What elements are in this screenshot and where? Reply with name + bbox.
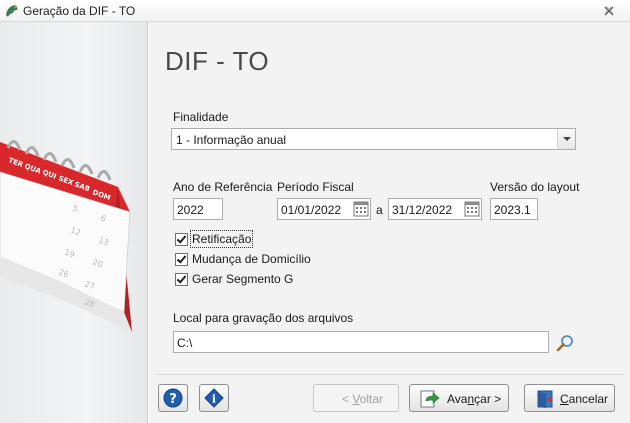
calendar-icon[interactable]: [463, 199, 481, 219]
footer-divider: [155, 374, 624, 375]
versao-layout-label: Versão do layout: [490, 180, 580, 194]
page-title: DIF - TO: [165, 46, 270, 76]
search-icon[interactable]: [555, 333, 575, 353]
info-icon: i: [204, 388, 224, 408]
exit-door-icon: [537, 390, 553, 408]
finalidade-select[interactable]: 1 - Informação anual: [171, 128, 576, 150]
check-icon: [176, 253, 187, 264]
avancar-button-label: Avançar >: [447, 392, 502, 406]
calendar-illustration: TER QUA QUI SEX SAB DOM 5 6 12 13 19 20 …: [0, 140, 132, 332]
finalidade-value: 1 - Informação anual: [176, 133, 287, 147]
gerar-segmento-g-checkbox[interactable]: [175, 273, 188, 286]
local-gravacao-input[interactable]: C:\: [173, 331, 549, 353]
info-button[interactable]: i: [199, 384, 229, 412]
main-panel: DIF - TO Finalidade 1 - Informação anual…: [149, 22, 630, 423]
periodo-inicio-value: 01/01/2022: [281, 203, 342, 217]
side-banner: TER QUA QUI SEX SAB DOM 5 6 12 13 19 20 …: [0, 22, 148, 423]
local-gravacao-label: Local para gravação dos arquivos: [173, 311, 354, 325]
close-icon[interactable]: [602, 4, 616, 18]
svg-text:i: i: [212, 393, 216, 406]
retificacao-checkbox[interactable]: [175, 233, 188, 246]
gerar-segmento-g-label[interactable]: Gerar Segmento G: [192, 272, 293, 286]
periodo-separator: a: [376, 203, 383, 217]
window-title: Geração da DIF - TO: [23, 4, 136, 18]
finalidade-label: Finalidade: [173, 110, 229, 124]
avancar-button[interactable]: Avançar >: [409, 384, 509, 412]
check-icon: [176, 273, 187, 284]
mudanca-domicilio-label[interactable]: Mudança de Domicílio: [192, 252, 311, 266]
periodo-fim-value: 31/12/2022: [392, 203, 453, 217]
cancelar-button[interactable]: Cancelar: [524, 384, 615, 412]
help-button[interactable]: ?: [158, 384, 188, 412]
voltar-button[interactable]: < Voltar: [313, 384, 399, 412]
check-icon: [176, 233, 187, 244]
app-logo-icon: [6, 5, 18, 17]
help-icon: ?: [163, 388, 183, 408]
svg-text:?: ?: [169, 392, 177, 407]
periodo-inicio-input[interactable]: 01/01/2022: [277, 198, 371, 220]
voltar-button-label: < Voltar: [342, 392, 384, 406]
next-arrow-icon: [420, 390, 440, 408]
chevron-down-icon: [563, 137, 571, 141]
ano-referencia-input[interactable]: 2022: [173, 198, 223, 220]
periodo-fim-input[interactable]: 31/12/2022: [388, 198, 482, 220]
retificacao-label[interactable]: Retificação: [189, 230, 254, 248]
title-bar: Geração da DIF - TO: [0, 0, 630, 22]
dropdown-button[interactable]: [557, 129, 575, 149]
periodo-fiscal-label: Período Fiscal: [277, 180, 354, 194]
versao-layout-input[interactable]: 2023.1: [490, 198, 538, 220]
mudanca-domicilio-checkbox[interactable]: [175, 253, 188, 266]
cancelar-button-label: Cancelar: [560, 392, 609, 406]
ano-referencia-label: Ano de Referência: [173, 180, 273, 194]
calendar-icon[interactable]: [352, 199, 370, 219]
